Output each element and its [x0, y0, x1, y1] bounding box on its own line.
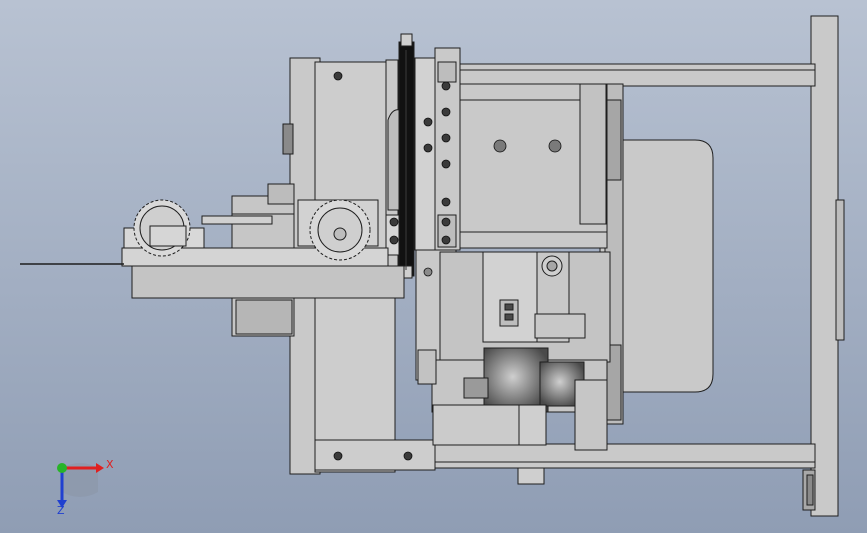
upper-slide-block — [454, 83, 608, 249]
feed-wheel-left — [133, 199, 191, 257]
bottom-rail — [432, 443, 816, 469]
y-axis-dot — [57, 463, 67, 473]
top-rail — [454, 63, 816, 87]
z-axis-label: Z — [57, 504, 65, 517]
x-axis-label: X — [106, 458, 114, 471]
cad-viewport[interactable]: X Z — [0, 0, 867, 533]
guide-plate — [414, 47, 461, 251]
drive-belt — [398, 33, 415, 279]
cad-drawing: X Z — [0, 0, 867, 533]
